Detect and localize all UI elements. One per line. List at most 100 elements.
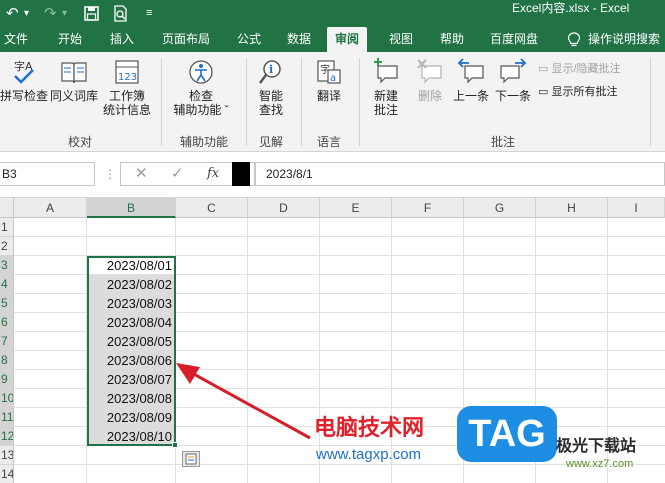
show-all-comments-button[interactable]: ▭ 显示所有批注	[538, 85, 617, 99]
group-separator	[161, 58, 162, 146]
tab-help[interactable]: 帮助	[440, 27, 464, 52]
show-hide-comment-button[interactable]: ▭ 显示/隐藏批注	[538, 62, 621, 76]
window-title: Excel内容.xlsx - Excel	[512, 1, 630, 15]
quick-analysis-button[interactable]	[182, 451, 200, 467]
row-header[interactable]: 5	[0, 294, 14, 313]
column-header-i[interactable]: I	[608, 198, 665, 218]
fill-handle[interactable]	[172, 442, 178, 448]
save-icon[interactable]	[84, 6, 99, 21]
show-hide-comment-icon: ▭	[538, 63, 549, 75]
cancel-icon[interactable]: ✕	[135, 163, 148, 185]
group-separator	[650, 58, 651, 146]
enter-icon[interactable]: ✓	[171, 163, 184, 185]
column-header-b[interactable]: B	[87, 198, 176, 218]
row-header[interactable]: 8	[0, 351, 14, 370]
tell-me-search[interactable]: 操作说明搜索	[588, 27, 660, 52]
row-header[interactable]: 9	[0, 370, 14, 389]
smart-lookup-label-1: 智能	[258, 89, 283, 103]
formula-bar: B3 ⋮ ✕ ✓ fx 2023/8/1	[0, 152, 665, 198]
column-header-e[interactable]: E	[320, 198, 392, 218]
row-header[interactable]: 1	[0, 218, 14, 237]
new-comment-label-1: 新建	[373, 89, 398, 103]
tab-data[interactable]: 数据	[287, 27, 311, 52]
group-separator	[301, 58, 302, 146]
accessibility-label-2: 辅助功能 ˇ	[173, 103, 229, 117]
formula-bar-resize-handle[interactable]: ⋮	[104, 162, 116, 186]
spelling-check-icon: 字A	[14, 59, 34, 84]
tab-view[interactable]: 视图	[389, 27, 413, 52]
watermark-url: www.tagxp.com	[316, 446, 422, 463]
watermark-site-url: www.xz7.com	[566, 458, 634, 470]
ribbon-tabs: 文件 开始 插入 页面布局 公式 数据 审阅 视图 帮助 百度网盘 操作说明搜索	[0, 27, 665, 52]
qat-customize-icon[interactable]: ≡	[146, 0, 152, 27]
svg-text:字A: 字A	[14, 59, 33, 73]
delete-comment-icon	[417, 59, 442, 84]
selection-range	[87, 256, 176, 446]
accessibility-check-icon	[189, 60, 213, 84]
column-header-d[interactable]: D	[248, 198, 320, 218]
workbook-statistics-icon: 123	[115, 60, 139, 84]
print-preview-icon[interactable]	[113, 5, 129, 22]
comments-group-label: 批注	[490, 135, 515, 149]
workbook-statistics-button[interactable]: 123 工作簿 统计信息	[100, 58, 154, 117]
name-box[interactable]: B3	[0, 162, 95, 186]
row-header[interactable]: 6	[0, 313, 14, 332]
column-header-g[interactable]: G	[464, 198, 536, 218]
delete-comment-label: 删除	[417, 89, 442, 103]
tab-formulas[interactable]: 公式	[237, 27, 261, 52]
row-header[interactable]: 10	[0, 389, 14, 408]
spelling-button[interactable]: 字A 拼写检查	[0, 58, 48, 103]
previous-comment-button[interactable]: 上一条	[451, 58, 491, 103]
column-header-c[interactable]: C	[176, 198, 248, 218]
redaction-block	[232, 162, 250, 186]
svg-text:i: i	[269, 63, 273, 76]
show-all-comments-icon: ▭	[538, 86, 549, 98]
tab-review[interactable]: 审阅	[327, 27, 368, 52]
new-comment-button[interactable]: 新建 批注	[364, 58, 408, 117]
tab-baidu-netdisk[interactable]: 百度网盘	[490, 27, 538, 52]
thesaurus-button[interactable]: 同义词库	[48, 58, 100, 103]
insights-group-label: 见解	[258, 135, 283, 149]
redo-icon[interactable]: ↷	[44, 0, 57, 27]
formula-input[interactable]: 2023/8/1	[255, 162, 665, 186]
row-header[interactable]: 4	[0, 275, 14, 294]
delete-comment-button[interactable]: 删除	[410, 58, 450, 103]
column-header-a[interactable]: A	[14, 198, 87, 218]
undo-dropdown-icon[interactable]: ▾	[24, 0, 29, 27]
proofing-group-label: 校对	[67, 135, 92, 149]
row-header[interactable]: 14	[0, 465, 14, 483]
workbook-stats-label-2: 统计信息	[102, 103, 151, 117]
row-header[interactable]: 11	[0, 408, 14, 427]
row-header[interactable]: 3	[0, 256, 14, 275]
row-header[interactable]: 2	[0, 237, 14, 256]
accessibility-label-1: 检查	[188, 89, 213, 103]
smart-lookup-button[interactable]: i 智能 查找	[250, 58, 292, 117]
accessibility-group-label: 辅助功能	[179, 135, 228, 149]
tab-insert[interactable]: 插入	[110, 27, 134, 52]
column-header-f[interactable]: F	[392, 198, 464, 218]
row-header[interactable]: 7	[0, 332, 14, 351]
check-accessibility-button[interactable]: 检查 辅助功能 ˇ	[166, 58, 236, 117]
watermark-text: 电脑技术网	[314, 416, 425, 441]
tab-home[interactable]: 开始	[58, 27, 82, 52]
smart-lookup-icon: i	[259, 60, 281, 84]
tab-page-layout[interactable]: 页面布局	[162, 27, 210, 52]
translate-button[interactable]: 字 a 翻译	[308, 58, 350, 103]
svg-text:a: a	[330, 73, 336, 84]
tab-file[interactable]: 文件	[4, 27, 28, 52]
undo-icon[interactable]: ↶	[6, 0, 19, 27]
next-comment-icon	[500, 58, 527, 84]
redo-dropdown-icon[interactable]: ▾	[62, 0, 67, 27]
language-group-label: 语言	[316, 135, 341, 149]
column-header-h[interactable]: H	[536, 198, 608, 218]
row-header[interactable]: 13	[0, 446, 14, 465]
lightbulb-icon	[567, 32, 581, 47]
group-separator	[359, 58, 360, 146]
translate-label: 翻译	[316, 89, 341, 103]
next-comment-button[interactable]: 下一条	[493, 58, 533, 103]
previous-comment-label: 上一条	[452, 89, 489, 103]
select-all-corner[interactable]	[0, 198, 14, 218]
row-header[interactable]: 12	[0, 427, 14, 446]
insert-function-icon[interactable]: fx	[207, 163, 219, 185]
new-comment-label-2: 批注	[373, 103, 398, 117]
